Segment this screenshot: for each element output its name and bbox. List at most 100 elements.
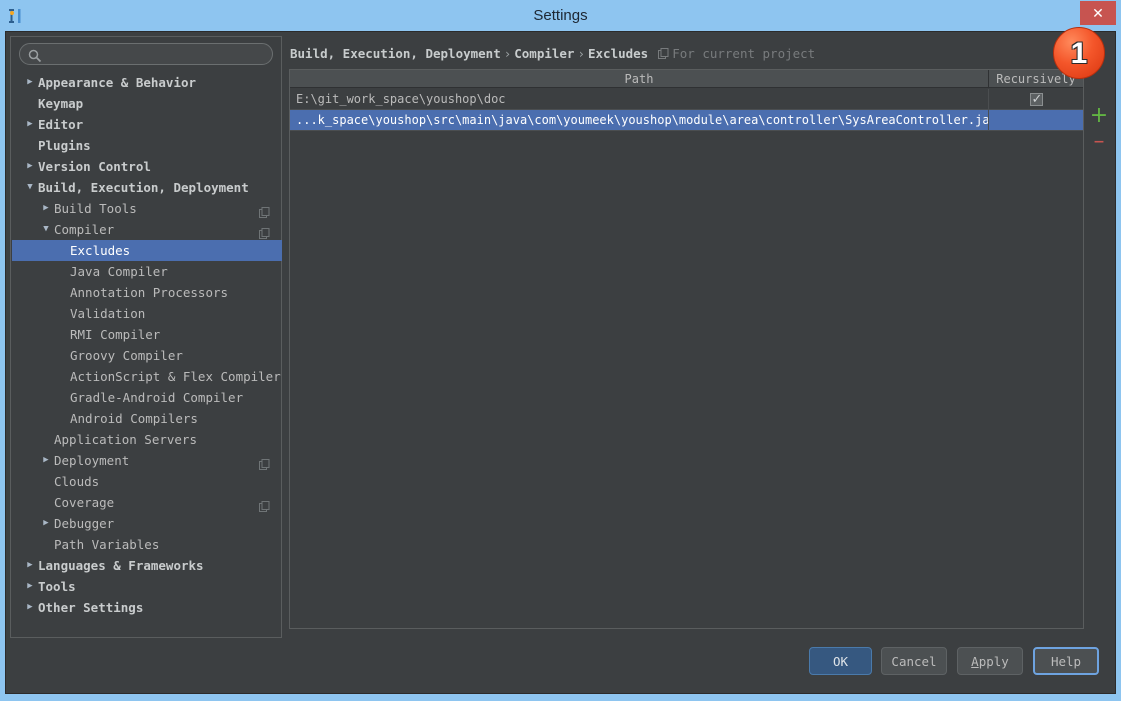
add-path-button[interactable]: + <box>1089 105 1109 127</box>
search-input[interactable] <box>46 44 266 64</box>
sidebar-item-version-control[interactable]: ▶ Version Control <box>12 156 282 177</box>
chevron-right-icon[interactable]: ▶ <box>40 513 52 534</box>
sidebar-item-coverage[interactable]: Coverage <box>12 492 282 513</box>
sidebar-item-label: Compiler <box>54 222 115 237</box>
sidebar-item-validation[interactable]: Validation <box>12 303 282 324</box>
column-header-path[interactable]: Path <box>290 70 989 88</box>
chevron-right-icon[interactable]: ▶ <box>24 72 36 93</box>
search-box[interactable] <box>19 43 273 65</box>
table-body: E:\git_work_space\youshop\doc ✓ ...k_space… <box>290 89 1083 627</box>
dialog-button-bar: OK Cancel Apply Help <box>6 647 1117 687</box>
search-icon <box>28 48 42 63</box>
sidebar-item-label: Path Variables <box>54 537 160 552</box>
project-scope-icon <box>259 497 270 512</box>
window-title: Settings <box>533 7 588 24</box>
sidebar-item-debugger[interactable]: ▶ Debugger <box>12 513 282 534</box>
sidebar-item-build-execution-deployment[interactable]: ▼ Build, Execution, Deployment <box>12 177 282 198</box>
sidebar-item-languages-frameworks[interactable]: ▶ Languages & Frameworks <box>12 555 282 576</box>
chevron-right-icon[interactable]: ▶ <box>40 450 52 471</box>
sidebar-item-java-compiler[interactable]: Java Compiler <box>12 261 282 282</box>
close-button[interactable]: ✕ <box>1080 1 1116 25</box>
sidebar-item-label: ActionScript & Flex Compiler <box>70 369 281 384</box>
chevron-right-icon[interactable]: ▶ <box>24 597 36 618</box>
breadcrumb-crumb: Build, Execution, Deployment <box>290 46 501 61</box>
cell-path[interactable]: ...k_space\youshop\src\main\java\com\you… <box>290 110 989 130</box>
sidebar-item-label: Groovy Compiler <box>70 348 183 363</box>
sidebar-item-plugins[interactable]: Plugins <box>12 135 282 156</box>
sidebar-item-label: Gradle-Android Compiler <box>70 390 244 405</box>
cancel-button[interactable]: Cancel <box>881 647 947 675</box>
chevron-down-icon[interactable]: ▼ <box>24 177 36 198</box>
settings-dialog-window: Settings ✕ ▶ Appearance & Behavior Keymap ▶… <box>0 0 1121 701</box>
sidebar-item-build-tools[interactable]: ▶ Build Tools <box>12 198 282 219</box>
chevron-right-icon[interactable]: ▶ <box>24 555 36 576</box>
ok-button[interactable]: OK <box>809 647 872 675</box>
sidebar-item-appearance-behavior[interactable]: ▶ Appearance & Behavior <box>12 72 282 93</box>
table-row[interactable]: E:\git_work_space\youshop\doc ✓ <box>290 89 1083 110</box>
table-row[interactable]: ...k_space\youshop\src\main\java\com\you… <box>290 110 1083 131</box>
title-bar: Settings ✕ <box>0 0 1121 31</box>
sidebar-item-rmi-compiler[interactable]: RMI Compiler <box>12 324 282 345</box>
sidebar-item-other-settings[interactable]: ▶ Other Settings <box>12 597 282 618</box>
sidebar-item-keymap[interactable]: Keymap <box>12 93 282 114</box>
sidebar-item-label: Java Compiler <box>70 264 168 279</box>
sidebar-item-label: Android Compilers <box>70 411 198 426</box>
sidebar-item-application-servers[interactable]: Application Servers <box>12 429 282 450</box>
sidebar-item-android-compilers[interactable]: Android Compilers <box>12 408 282 429</box>
chevron-down-icon[interactable]: ▼ <box>40 219 52 240</box>
check-icon: ✓ <box>1031 91 1043 107</box>
sidebar-item-label: Keymap <box>38 96 84 111</box>
sidebar-item-label: Application Servers <box>54 432 197 447</box>
sidebar-item-deployment[interactable]: ▶ Deployment <box>12 450 282 471</box>
sidebar-item-excludes[interactable]: Excludes <box>12 240 282 261</box>
project-scope-label: For current project <box>658 46 815 61</box>
apply-button[interactable]: Apply <box>957 647 1023 675</box>
help-button[interactable]: Help <box>1033 647 1099 675</box>
apply-label-rest: pply <box>978 654 1009 669</box>
excludes-table: Path Recursively E:\git_work_space\yoush… <box>289 69 1084 629</box>
sidebar-item-label: Languages & Frameworks <box>38 558 204 573</box>
sidebar-item-label: Other Settings <box>38 600 144 615</box>
dialog-body: ▶ Appearance & Behavior Keymap ▶ Editor Plugi… <box>5 31 1116 694</box>
breadcrumb-separator: › <box>503 46 512 61</box>
sidebar-item-annotation-processors[interactable]: Annotation Processors <box>12 282 282 303</box>
sidebar-item-label: Annotation Processors <box>70 285 229 300</box>
project-scope-icon <box>259 203 270 218</box>
sidebar-item-label: Tools <box>38 579 76 594</box>
breadcrumb-crumb: Excludes <box>588 46 649 61</box>
sidebar-item-label: Appearance & Behavior <box>38 75 197 90</box>
breadcrumb-separator: › <box>577 46 585 61</box>
cell-recursively[interactable] <box>989 110 1083 130</box>
sidebar-item-label: Build, Execution, Deployment <box>38 180 249 195</box>
cell-recursively[interactable]: ✓ <box>989 89 1083 109</box>
sidebar-item-label: Coverage <box>54 495 115 510</box>
sidebar-item-label: Excludes <box>70 243 131 258</box>
chevron-right-icon[interactable]: ▶ <box>24 156 36 177</box>
sidebar-item-label: Build Tools <box>54 201 137 216</box>
sidebar-item-tools[interactable]: ▶ Tools <box>12 576 282 597</box>
sidebar-item-label: Deployment <box>54 453 130 468</box>
chevron-right-icon[interactable]: ▶ <box>40 198 52 219</box>
settings-categories-panel: ▶ Appearance & Behavior Keymap ▶ Editor Plugi… <box>10 36 282 638</box>
table-header-row: Path Recursively <box>290 70 1083 88</box>
recursively-checkbox[interactable]: ✓ <box>1029 91 1043 107</box>
chevron-right-icon[interactable]: ▶ <box>24 114 36 135</box>
sidebar-item-groovy-compiler[interactable]: Groovy Compiler <box>12 345 282 366</box>
breadcrumb-crumb: Compiler <box>514 46 575 61</box>
sidebar-item-label: Plugins <box>38 138 91 153</box>
sidebar-item-compiler[interactable]: ▼ Compiler <box>12 219 282 240</box>
breadcrumb: Build, Execution, Deployment › Compiler › Ex… <box>290 44 815 64</box>
sidebar-item-label: Editor <box>38 117 84 132</box>
project-scope-icon <box>658 45 669 59</box>
chevron-right-icon[interactable]: ▶ <box>24 576 36 597</box>
cell-path[interactable]: E:\git_work_space\youshop\doc <box>290 89 989 109</box>
sidebar-item-actionscript-flex-compiler[interactable]: ActionScript & Flex Compiler <box>12 366 282 387</box>
remove-path-button[interactable]: – <box>1089 131 1109 153</box>
sidebar-item-label: RMI Compiler <box>70 327 161 342</box>
sidebar-item-clouds[interactable]: Clouds <box>12 471 282 492</box>
excludes-settings-panel: Build, Execution, Deployment › Compiler › Ex… <box>286 36 1110 638</box>
sidebar-item-gradle-android-compiler[interactable]: Gradle-Android Compiler <box>12 387 282 408</box>
sidebar-item-path-variables[interactable]: Path Variables <box>12 534 282 555</box>
project-scope-text: For current project <box>672 46 816 61</box>
sidebar-item-editor[interactable]: ▶ Editor <box>12 114 282 135</box>
